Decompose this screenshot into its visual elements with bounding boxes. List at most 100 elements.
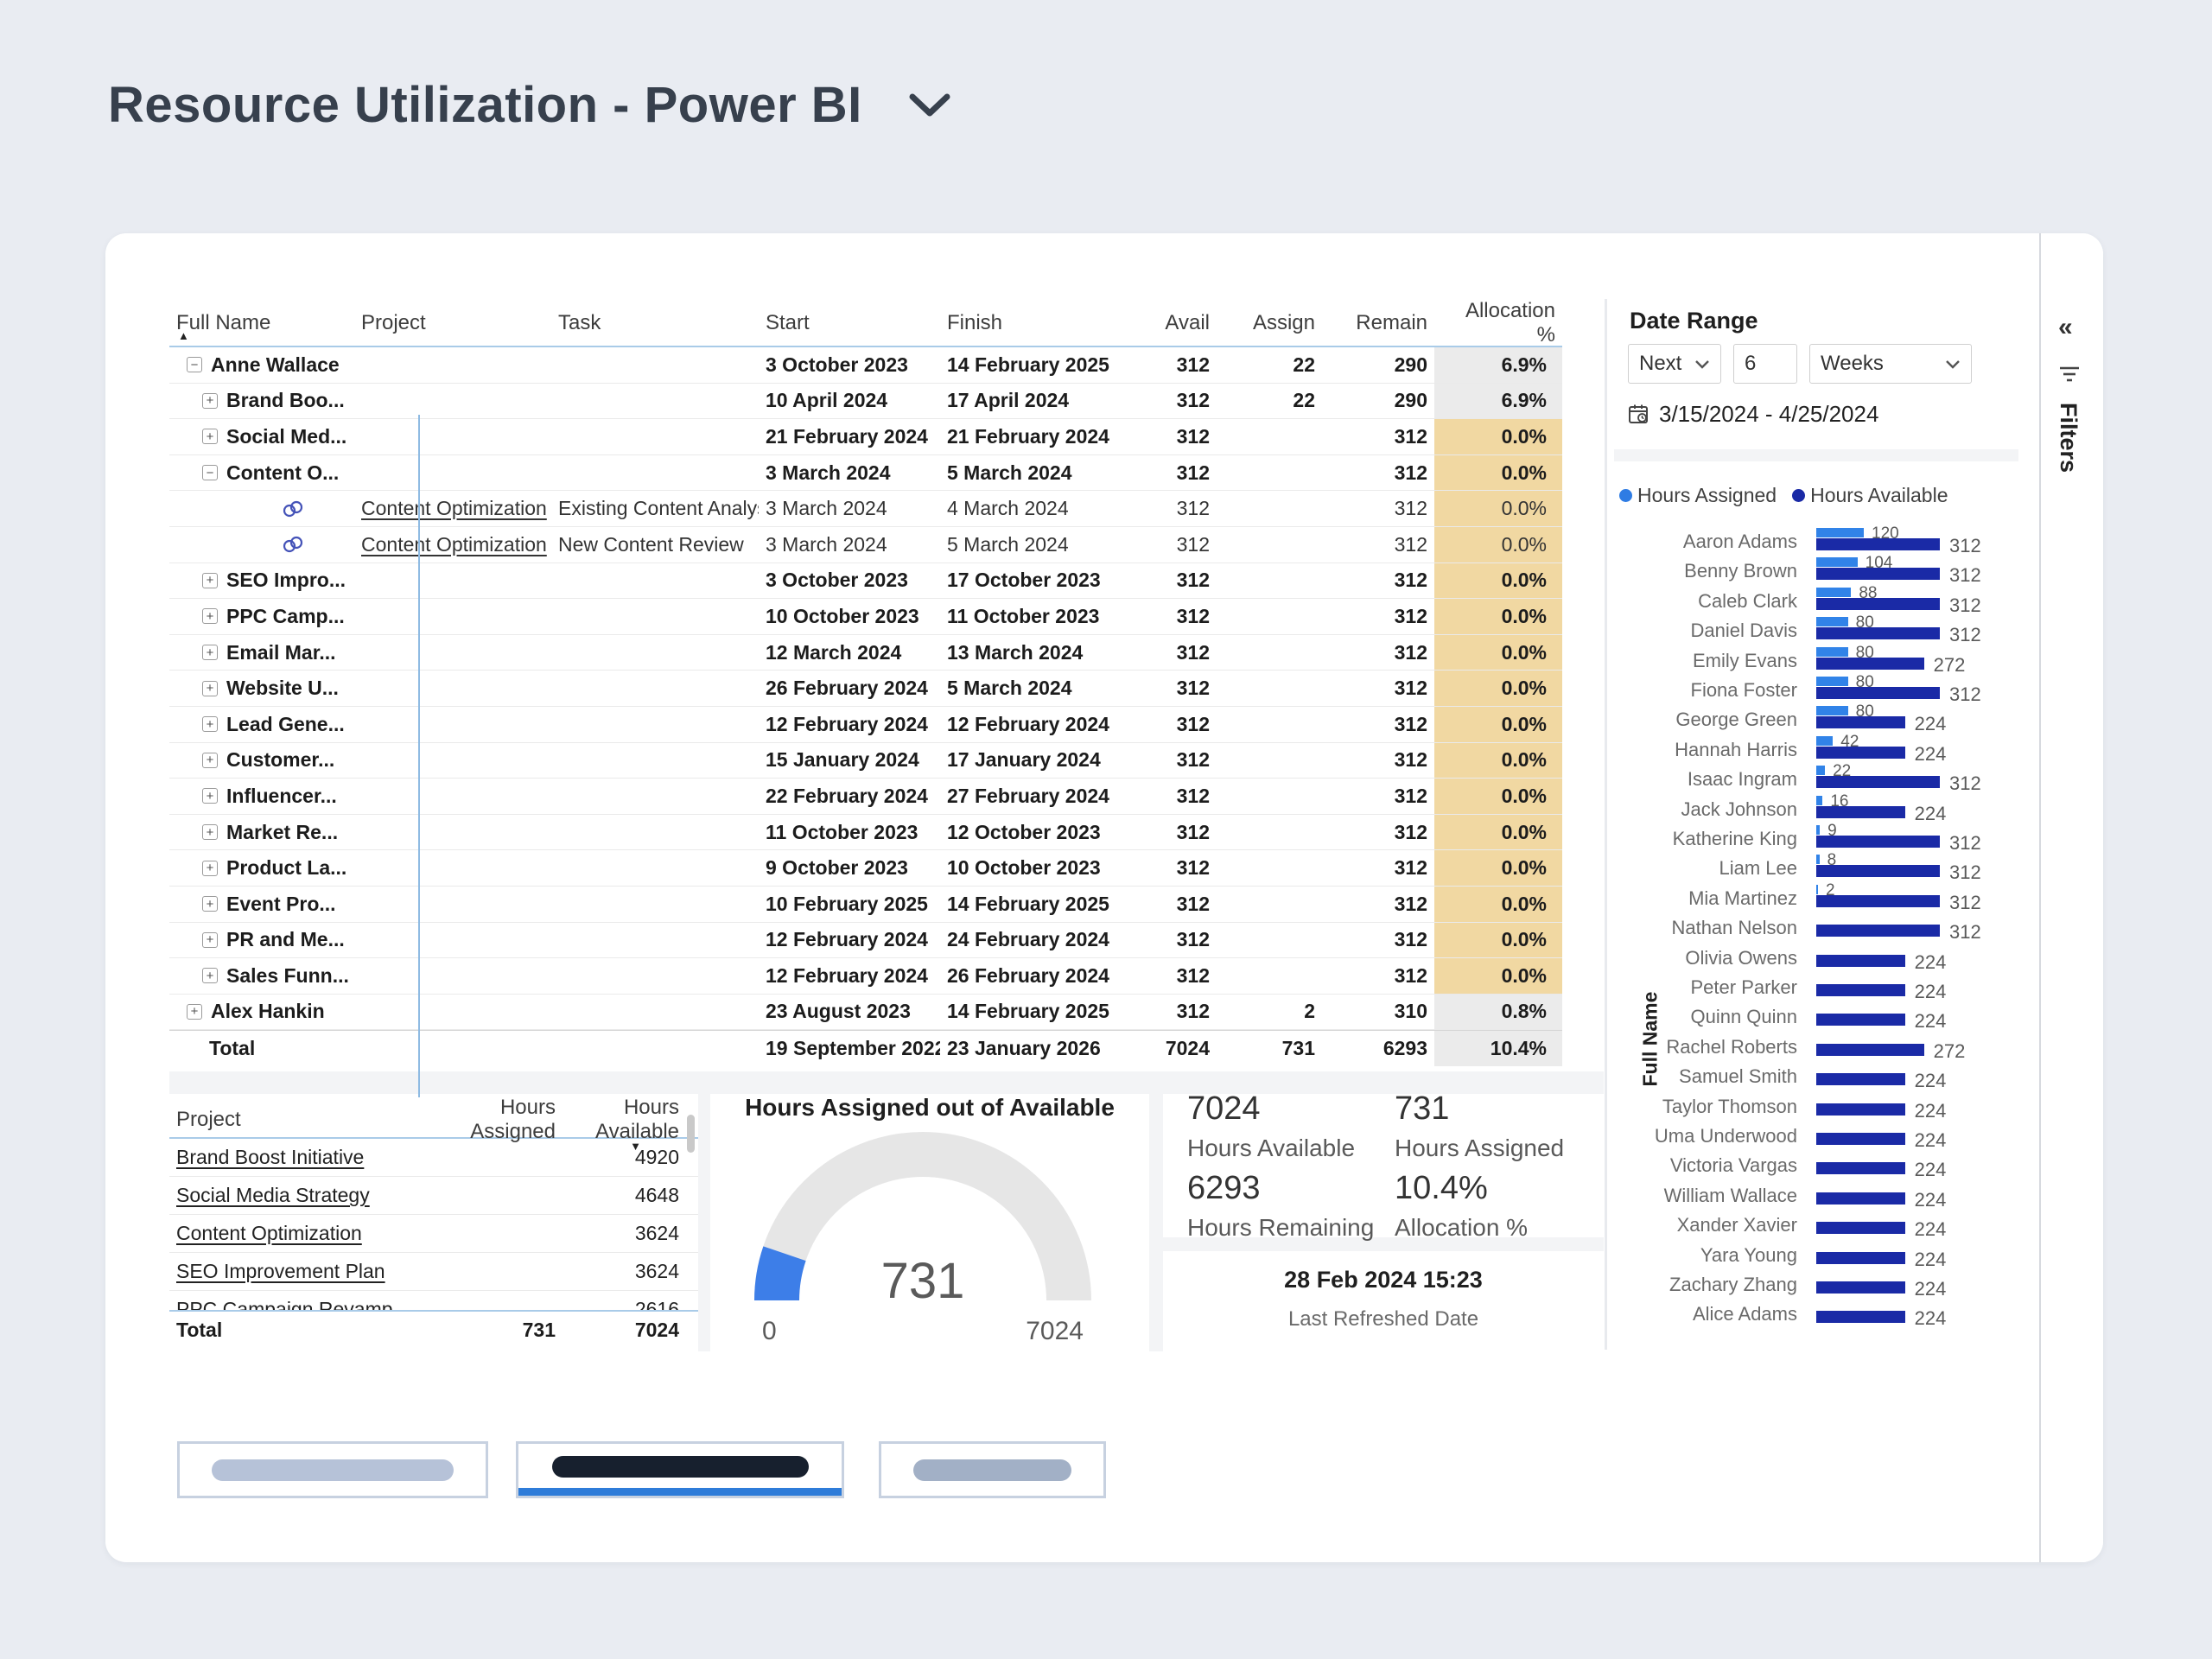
expand-toggle-icon[interactable]: + xyxy=(202,573,218,588)
hours-available-bar[interactable] xyxy=(1816,716,1905,728)
hours-available-bar[interactable] xyxy=(1816,984,1905,996)
table-total-row[interactable]: Total19 September 202223 January 2026702… xyxy=(169,1030,1562,1066)
expand-toggle-icon[interactable]: + xyxy=(202,716,218,732)
hours-available-bar[interactable] xyxy=(1816,836,1940,848)
hours-available-bar[interactable] xyxy=(1816,1073,1905,1085)
title-chevron-down-icon[interactable] xyxy=(909,93,950,118)
hours-available-bar[interactable] xyxy=(1816,627,1940,639)
collapse-toggle-icon[interactable]: − xyxy=(202,465,218,480)
count-input[interactable]: 6 xyxy=(1733,344,1797,384)
hours-assigned-bar[interactable] xyxy=(1816,528,1864,537)
expand-toggle-icon[interactable]: + xyxy=(202,896,218,912)
expand-toggle-icon[interactable]: + xyxy=(202,429,218,444)
hours-assigned-bar[interactable] xyxy=(1816,647,1848,657)
hours-available-bar[interactable] xyxy=(1816,687,1940,699)
hours-assigned-bar[interactable] xyxy=(1816,855,1820,864)
hours-assigned-bar[interactable] xyxy=(1816,588,1851,597)
table-row[interactable]: +Email Mar...12 March 202413 March 20243… xyxy=(169,635,1562,671)
table-row[interactable]: Content OptimizationExisting Content Ana… xyxy=(169,491,1562,527)
hours-available-bar[interactable] xyxy=(1816,1192,1905,1205)
table-row[interactable]: PPC Campaign Revamp2616 xyxy=(169,1291,698,1312)
column-header-finish[interactable]: Finish xyxy=(940,311,1135,335)
hours-assigned-bar[interactable] xyxy=(1816,617,1848,626)
column-header-project[interactable]: Project xyxy=(354,311,551,335)
direction-dropdown[interactable]: Next xyxy=(1628,344,1721,384)
collapse-toggle-icon[interactable]: − xyxy=(187,357,202,372)
table-row[interactable]: +Social Med...21 February 202421 Februar… xyxy=(169,419,1562,455)
project-link[interactable]: Content Optimization xyxy=(361,533,547,556)
expand-toggle-icon[interactable]: + xyxy=(202,968,218,983)
page-tab-2-active[interactable] xyxy=(516,1441,844,1498)
expand-toggle-icon[interactable]: + xyxy=(187,1004,202,1020)
column-header-start[interactable]: Start xyxy=(759,311,940,335)
expand-toggle-icon[interactable]: + xyxy=(202,861,218,876)
column-header-project[interactable]: Project xyxy=(169,1108,429,1132)
hours-available-bar[interactable] xyxy=(1816,776,1940,788)
expand-toggle-icon[interactable]: + xyxy=(202,788,218,804)
table-row[interactable]: +Influencer...22 February 202427 Februar… xyxy=(169,779,1562,815)
project-link[interactable]: Brand Boost Initiative xyxy=(176,1146,364,1169)
hours-assigned-bar[interactable] xyxy=(1816,766,1825,775)
hours-assigned-bar[interactable] xyxy=(1816,706,1848,715)
hours-available-bar[interactable] xyxy=(1816,806,1905,818)
hours-available-bar[interactable] xyxy=(1816,658,1924,670)
project-link[interactable]: SEO Improvement Plan xyxy=(176,1260,385,1283)
hours-available-bar[interactable] xyxy=(1816,538,1940,550)
table-row[interactable]: +Alex Hankin23 August 202314 February 20… xyxy=(169,995,1562,1031)
table-row[interactable]: +Website U...26 February 20245 March 202… xyxy=(169,671,1562,707)
hours-assigned-bar[interactable] xyxy=(1816,736,1833,746)
table-row[interactable]: Social Media Strategy4648 xyxy=(169,1177,698,1215)
column-header-assign[interactable]: Assign xyxy=(1217,311,1322,335)
expand-toggle-icon[interactable]: + xyxy=(202,824,218,840)
project-link[interactable]: Content Optimization xyxy=(361,497,547,520)
hours-available-bar[interactable] xyxy=(1816,1311,1905,1323)
column-header-full-name[interactable]: Full Name ▲ xyxy=(169,311,354,335)
hours-available-bar[interactable] xyxy=(1816,1103,1905,1116)
column-header-avail[interactable]: Avail xyxy=(1135,311,1217,335)
legend-item-hours-available[interactable]: Hours Available xyxy=(1792,484,1948,507)
hours-available-bar[interactable] xyxy=(1816,568,1940,580)
hours-available-bar[interactable] xyxy=(1816,1222,1905,1234)
table-row[interactable]: −Anne Wallace3 October 202314 February 2… xyxy=(169,347,1562,384)
table-row[interactable]: +Brand Boo...10 April 202417 April 20243… xyxy=(169,384,1562,420)
legend-item-hours-assigned[interactable]: Hours Assigned xyxy=(1619,484,1777,507)
hours-available-bar[interactable] xyxy=(1816,598,1940,610)
expand-toggle-icon[interactable]: + xyxy=(202,753,218,768)
hours-available-bar[interactable] xyxy=(1816,1162,1905,1174)
expand-toggle-icon[interactable]: + xyxy=(202,681,218,696)
table-row[interactable]: +SEO Impro...3 October 202317 October 20… xyxy=(169,563,1562,600)
table-row[interactable]: Content Optimization3624 xyxy=(169,1215,698,1253)
column-header-remain[interactable]: Remain xyxy=(1322,311,1434,335)
table-row[interactable]: +Event Pro...10 February 202514 February… xyxy=(169,887,1562,923)
expand-toggle-icon[interactable]: + xyxy=(202,932,218,948)
hours-available-bar[interactable] xyxy=(1816,865,1940,877)
column-header-hours-available[interactable]: Hours Available ▼ xyxy=(563,1096,686,1144)
table-row[interactable]: SEO Improvement Plan3624 xyxy=(169,1253,698,1291)
hours-available-bar[interactable] xyxy=(1816,1014,1905,1026)
hours-available-bar[interactable] xyxy=(1816,1044,1924,1056)
hours-available-bar[interactable] xyxy=(1816,1281,1905,1294)
project-link[interactable]: Social Media Strategy xyxy=(176,1184,370,1207)
table-row[interactable]: Content OptimizationNew Content Review3 … xyxy=(169,527,1562,563)
collapse-pane-icon[interactable]: « xyxy=(2058,313,2073,342)
column-header-hours-assigned[interactable]: Hours Assigned xyxy=(429,1096,563,1144)
table-row[interactable]: +Market Re...11 October 202312 October 2… xyxy=(169,815,1562,851)
project-link[interactable]: Content Optimization xyxy=(176,1222,362,1245)
hours-available-bar[interactable] xyxy=(1816,955,1905,967)
column-header-task[interactable]: Task xyxy=(551,311,759,335)
hours-assigned-bar[interactable] xyxy=(1816,885,1818,894)
table-row[interactable]: +PPC Camp...10 October 202311 October 20… xyxy=(169,599,1562,635)
table-row[interactable]: +PR and Me...12 February 202424 February… xyxy=(169,923,1562,959)
column-header-allocation[interactable]: Allocation % xyxy=(1434,299,1562,347)
hours-assigned-bar[interactable] xyxy=(1816,557,1858,567)
expand-toggle-icon[interactable]: + xyxy=(202,608,218,624)
project-link[interactable]: PPC Campaign Revamp xyxy=(176,1298,393,1312)
table-row[interactable]: +Lead Gene...12 February 202412 February… xyxy=(169,707,1562,743)
table-row[interactable]: −Content O...3 March 20245 March 2024312… xyxy=(169,455,1562,492)
table-row[interactable]: +Sales Funn...12 February 202426 Februar… xyxy=(169,958,1562,995)
hours-available-bar[interactable] xyxy=(1816,747,1905,759)
hours-available-bar[interactable] xyxy=(1816,925,1940,937)
hours-assigned-bar[interactable] xyxy=(1816,677,1848,686)
table-row[interactable]: +Customer...15 January 202417 January 20… xyxy=(169,743,1562,779)
scrollbar-thumb[interactable] xyxy=(687,1115,695,1153)
